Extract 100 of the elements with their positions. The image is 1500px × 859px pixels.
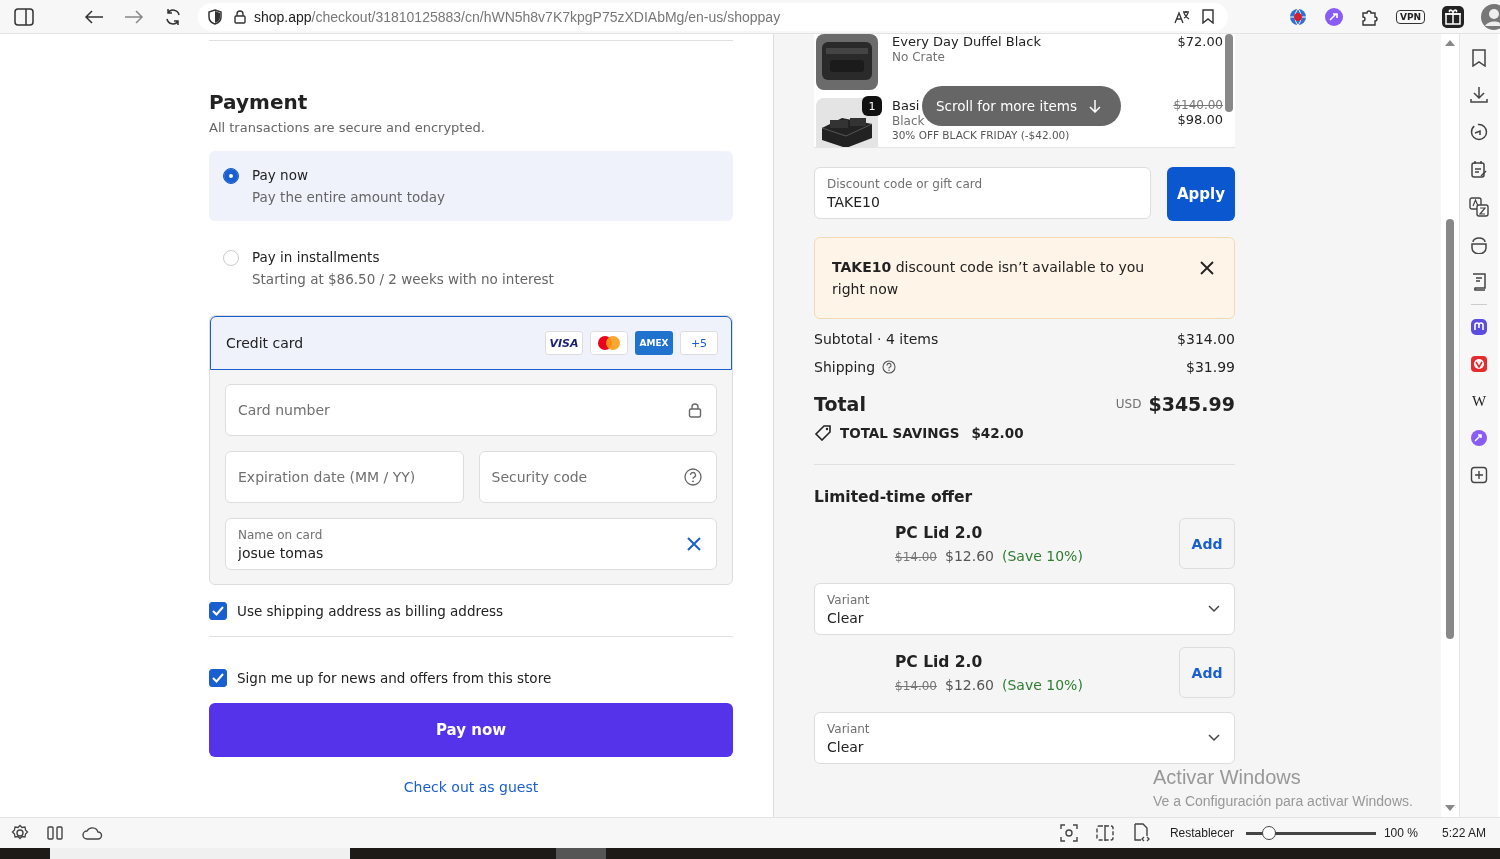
visa-logo: VISA bbox=[545, 331, 583, 355]
clock: 5:22 AM bbox=[1441, 826, 1486, 840]
payment-option[interactable]: Pay in installments Starting at $86.50 / 2 weeks with no interest bbox=[209, 233, 733, 303]
wikipedia-icon[interactable]: W bbox=[1471, 392, 1487, 410]
item-name: Basi bbox=[892, 98, 920, 113]
payment-option[interactable]: Pay now Pay the entire amount today bbox=[209, 151, 733, 221]
original-price: $14.00 bbox=[895, 678, 937, 693]
offer-price: $12.60 bbox=[945, 547, 994, 564]
savings-note: (Save 10%) bbox=[1002, 676, 1083, 693]
variant-select[interactable]: Variant Clear bbox=[814, 712, 1235, 764]
vpn-button[interactable]: VPN bbox=[1396, 9, 1426, 24]
bowl-icon[interactable] bbox=[1470, 236, 1488, 254]
history-icon[interactable] bbox=[1470, 123, 1488, 141]
mastercard-icon bbox=[590, 331, 628, 355]
scrollbar-thumb[interactable] bbox=[1446, 219, 1454, 639]
add-panel-icon[interactable] bbox=[1470, 466, 1488, 484]
subtotal-label: Subtotal · 4 items bbox=[814, 331, 939, 347]
total-value: $345.99 bbox=[1148, 393, 1235, 415]
option-label: Pay now bbox=[252, 167, 309, 183]
add-button[interactable]: Add bbox=[1179, 647, 1235, 698]
section-subtitle: All transactions are secure and encrypted. bbox=[209, 120, 486, 135]
panels-icon[interactable] bbox=[47, 826, 63, 840]
discount-code-input[interactable]: TAKE10 bbox=[827, 193, 1136, 210]
add-button[interactable]: Add bbox=[1179, 518, 1235, 569]
offer-name: PC Lid 2.0 bbox=[895, 652, 984, 671]
original-price: $140.00 bbox=[1173, 98, 1223, 112]
savings-note: (Save 10%) bbox=[1002, 547, 1083, 564]
checkbox[interactable] bbox=[209, 669, 227, 687]
globe-icon[interactable] bbox=[1288, 6, 1308, 27]
page-code-icon[interactable] bbox=[1131, 823, 1150, 843]
card-label: Credit card bbox=[226, 335, 304, 351]
back-icon[interactable] bbox=[84, 8, 104, 25]
item-price: $72.00 bbox=[1177, 34, 1223, 49]
zoom-reading: 100 % bbox=[1383, 826, 1418, 840]
scrollbar-thumb[interactable] bbox=[1225, 34, 1233, 112]
item-discount: 30% OFF BLACK FRIDAY (-$42.00) bbox=[892, 129, 1071, 141]
help-icon[interactable] bbox=[882, 360, 897, 374]
mastodon-icon[interactable] bbox=[1470, 318, 1488, 336]
clear-icon[interactable] bbox=[686, 536, 702, 552]
name-on-card-input[interactable]: josue tomas bbox=[238, 544, 678, 561]
activation-watermark-title: Activar Windows bbox=[1153, 766, 1302, 789]
card-header[interactable]: Credit card VISA AMEX +5 bbox=[210, 316, 732, 370]
shipping-value: $31.99 bbox=[1186, 359, 1235, 375]
option-label: Pay in installments bbox=[252, 249, 381, 265]
savings-label: TOTAL SAVINGS bbox=[840, 425, 960, 441]
scroll-down-icon[interactable] bbox=[1445, 804, 1455, 812]
security-code-input[interactable]: Security code bbox=[491, 469, 676, 485]
variant-select[interactable]: Variant Clear bbox=[814, 583, 1235, 635]
vivaldi-icon[interactable] bbox=[1470, 355, 1488, 373]
scroll-up-icon[interactable] bbox=[1445, 39, 1455, 47]
sidebar-toggle-icon[interactable] bbox=[14, 7, 34, 26]
translate-icon[interactable] bbox=[1469, 197, 1489, 217]
expiration-input[interactable]: Expiration date (MM / YY) bbox=[238, 469, 449, 485]
bookmark-icon[interactable] bbox=[1202, 9, 1214, 24]
close-icon[interactable] bbox=[1200, 261, 1214, 275]
bookmark-icon[interactable] bbox=[1471, 49, 1487, 67]
book-icon[interactable] bbox=[1471, 273, 1487, 291]
reload-icon[interactable] bbox=[164, 7, 182, 26]
forward-icon[interactable] bbox=[124, 8, 144, 25]
tag-icon bbox=[814, 425, 832, 441]
lock-icon bbox=[234, 9, 246, 24]
apply-button[interactable]: Apply bbox=[1167, 167, 1235, 221]
extension-icon[interactable] bbox=[1324, 6, 1344, 27]
card-number-input[interactable]: Card number bbox=[238, 402, 680, 418]
zoom-slider-thumb[interactable] bbox=[1262, 826, 1277, 840]
help-icon[interactable] bbox=[684, 468, 702, 486]
checkbox-label: Use shipping address as billing address bbox=[237, 603, 504, 619]
quantity-badge: 1 bbox=[862, 96, 882, 116]
shield-icon[interactable] bbox=[208, 8, 222, 25]
option-detail: Pay the entire amount today bbox=[252, 189, 446, 205]
radio-button[interactable] bbox=[223, 168, 239, 184]
split-view-icon[interactable] bbox=[1095, 824, 1114, 842]
reset-zoom-button[interactable]: Restablecer bbox=[1169, 826, 1234, 840]
gift-icon[interactable] bbox=[1441, 4, 1466, 29]
screenshot-icon[interactable] bbox=[1059, 824, 1078, 842]
currency-label: USD bbox=[1115, 397, 1142, 411]
card-number-field[interactable]: Card number bbox=[225, 384, 717, 436]
chevron-down-icon bbox=[1208, 605, 1220, 613]
security-code-field[interactable]: Security code bbox=[478, 451, 717, 503]
item-variant: No Crate bbox=[892, 50, 946, 64]
cloud-icon[interactable] bbox=[81, 825, 103, 841]
expiration-field[interactable]: Expiration date (MM / YY) bbox=[225, 451, 464, 503]
activation-watermark-text: Ve a Configuración para activar Windows. bbox=[1153, 793, 1413, 809]
offer-price: $12.60 bbox=[945, 676, 994, 693]
original-price: $14.00 bbox=[895, 549, 937, 564]
extension-icon[interactable] bbox=[1470, 429, 1488, 447]
name-on-card-field[interactable]: Name on card josue tomas bbox=[225, 518, 717, 570]
download-icon[interactable] bbox=[1470, 86, 1488, 104]
subtotal-value: $314.00 bbox=[1177, 331, 1235, 347]
translate-icon[interactable] bbox=[1174, 9, 1190, 24]
total-label: Total bbox=[814, 393, 866, 415]
offer-name: PC Lid 2.0 bbox=[895, 523, 984, 542]
discount-code-field[interactable]: Discount code or gift card TAKE10 bbox=[814, 167, 1151, 219]
settings-icon[interactable] bbox=[11, 824, 29, 842]
avatar-icon[interactable] bbox=[1481, 3, 1500, 30]
pay-now-button[interactable]: Pay now bbox=[209, 703, 733, 757]
down-arrow-icon bbox=[1088, 99, 1101, 113]
notes-icon[interactable] bbox=[1470, 160, 1488, 178]
checkbox[interactable] bbox=[209, 602, 227, 620]
guest-checkout-link[interactable]: Check out as guest bbox=[403, 779, 539, 795]
